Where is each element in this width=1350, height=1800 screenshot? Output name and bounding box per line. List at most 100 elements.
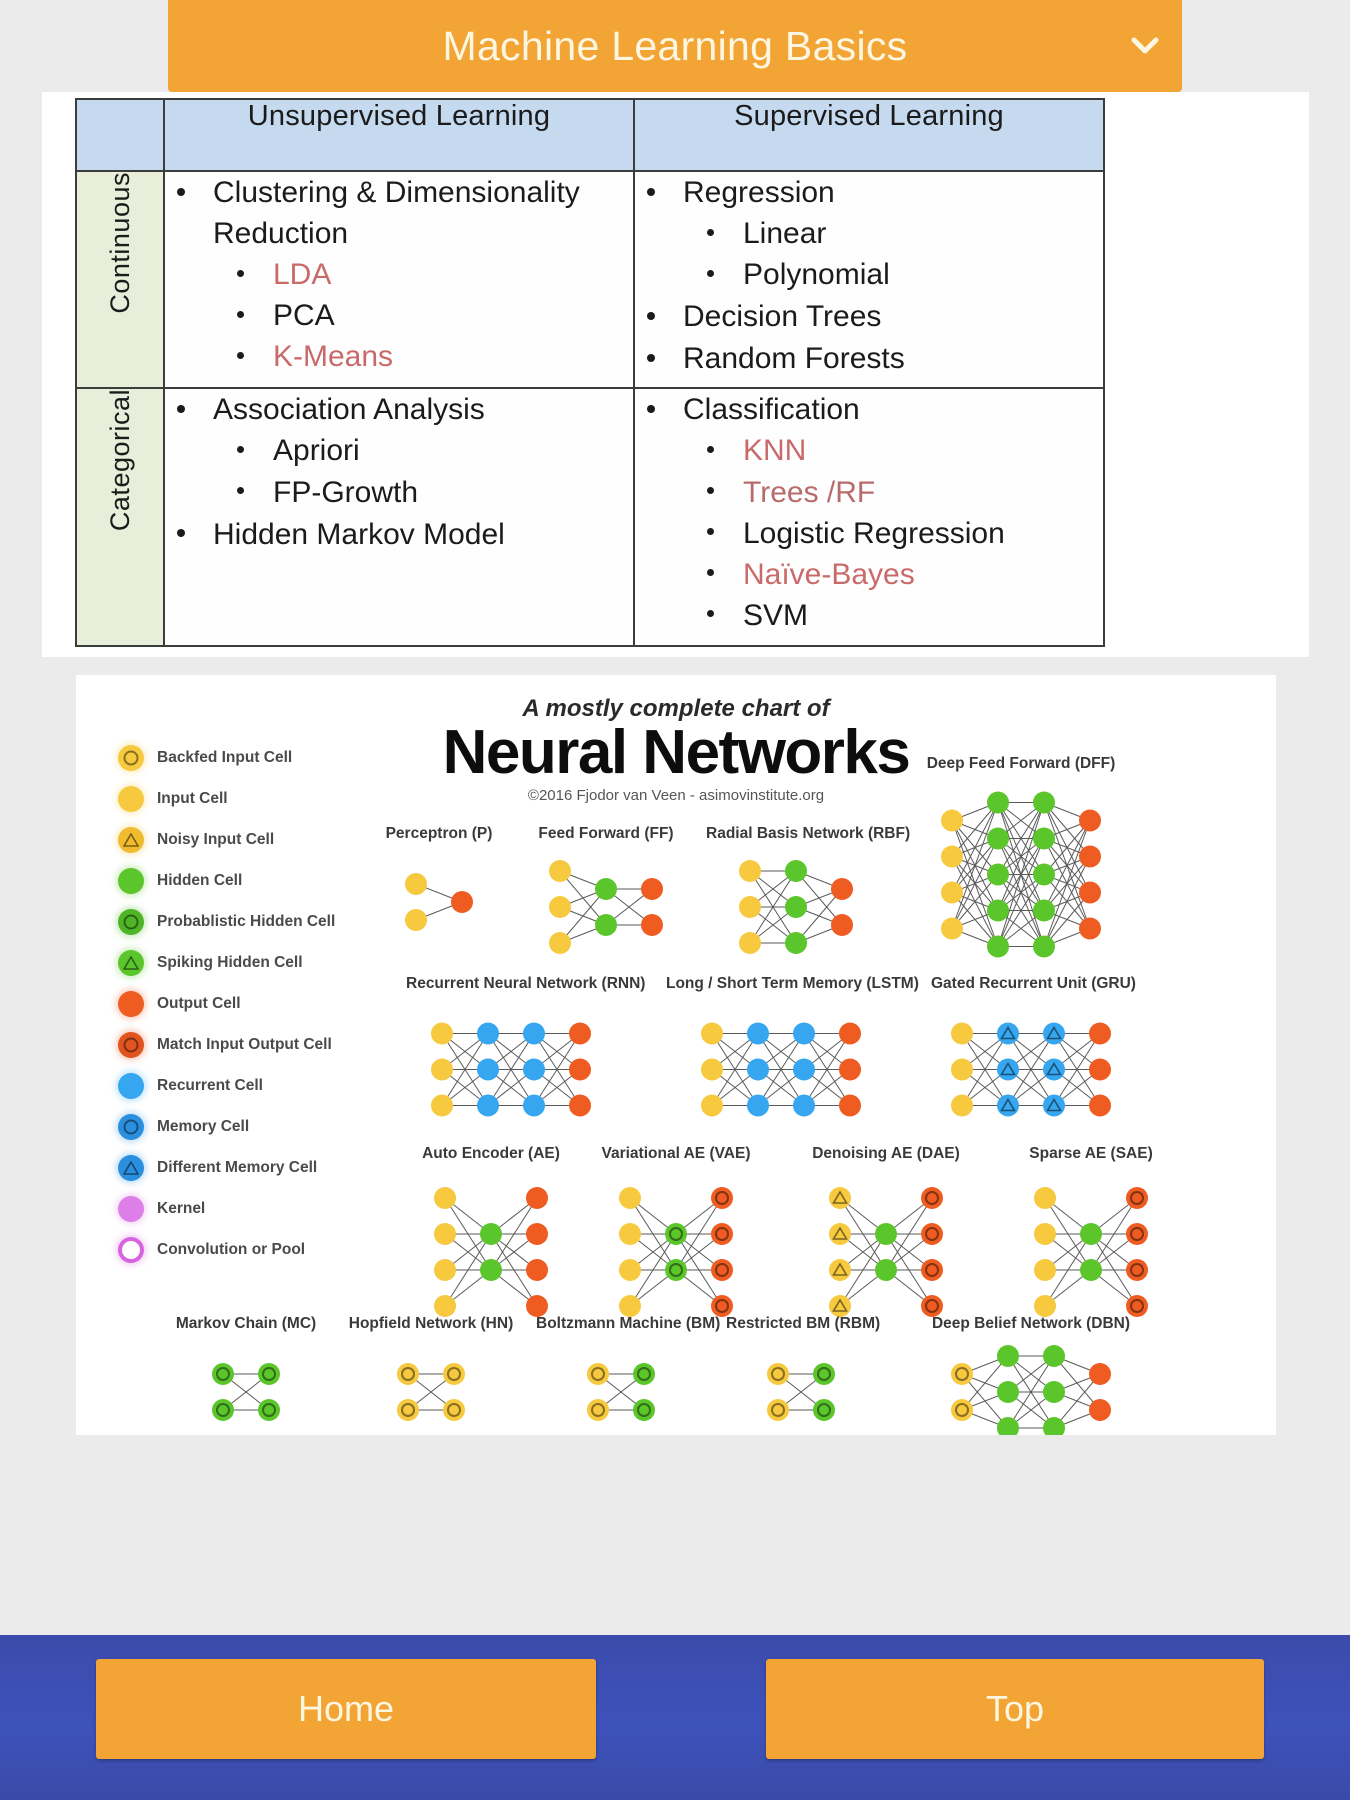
legend-item: Output Cell	[118, 983, 388, 1024]
ring-icon	[123, 1119, 139, 1134]
legend-swatch-ring-icon	[118, 1031, 144, 1058]
legend-swatch-triangle-icon	[118, 949, 144, 976]
legend-item: Noisy Input Cell	[118, 819, 388, 860]
network-name: Markov Chain (MC)	[175, 1315, 317, 1332]
table-row: Continuous Clustering & Dimensionality R…	[75, 169, 1105, 390]
cell-categorical-unsupervised: Association Analysis Apriori FP-Growth H…	[163, 387, 635, 647]
network-graph	[701, 1022, 861, 1117]
network-graph	[549, 860, 663, 954]
bullet-icon	[707, 487, 714, 495]
bullet-icon	[707, 569, 714, 577]
network-graph	[619, 1187, 733, 1317]
list-item-label: Trees /RF	[743, 475, 876, 509]
list-item: Association Analysis Apriori FP-Growth	[165, 389, 633, 512]
network-name: Hopfield Network (HN)	[348, 1315, 514, 1332]
network-name: Radial Basis Network (RBF)	[706, 825, 911, 842]
triangle-icon	[123, 833, 139, 847]
network-graph	[212, 1363, 280, 1421]
list-item-label: KNN	[743, 434, 807, 468]
network-name: Recurrent Neural Network (RNN)	[406, 975, 646, 992]
list-item: SVM	[691, 595, 1103, 636]
legend-item: Backfed Input Cell	[118, 737, 388, 778]
list-item-label: Logistic Regression	[743, 516, 1005, 550]
list-item: Apriori	[221, 430, 633, 471]
bullet-icon	[177, 187, 185, 196]
neural-networks-chart: A mostly complete chart of Neural Networ…	[76, 675, 1276, 1435]
legend-item: Input Cell	[118, 778, 388, 819]
network-diagram: Hopfield Network (HN)	[346, 1315, 516, 1435]
bullet-icon	[647, 187, 655, 196]
network-diagram: Denoising AE (DAE)	[796, 1145, 976, 1337]
bullet-icon	[237, 487, 244, 495]
list-item: Naïve-Bayes	[691, 554, 1103, 595]
list-item: Clustering & Dimensionality Reduction LD…	[165, 172, 633, 377]
list-item-label: Naïve-Bayes	[743, 557, 915, 591]
column-header-supervised: Supervised Learning	[633, 98, 1105, 172]
network-diagram: Sparse AE (SAE)	[1006, 1145, 1176, 1337]
legend-swatch-ring-icon	[118, 908, 144, 935]
legend-swatch-triangle-icon	[118, 826, 144, 853]
network-diagram: Deep Belief Network (DBN)	[906, 1315, 1156, 1435]
list-item-label: Linear	[743, 217, 827, 251]
list-item-label: Association Analysis	[213, 393, 485, 427]
table-corner-cell	[75, 98, 165, 172]
legend-item: Recurrent Cell	[118, 1065, 388, 1106]
top-button[interactable]: Top	[766, 1659, 1264, 1759]
network-diagram: Feed Forward (FF)	[526, 825, 686, 967]
list-item-label: LDA	[273, 258, 332, 292]
cell-continuous-unsupervised: Clustering & Dimensionality Reduction LD…	[163, 169, 635, 390]
network-graph	[941, 791, 1101, 958]
legend-swatch-solid-icon	[118, 1072, 144, 1099]
list-item-label: Regression	[683, 176, 835, 209]
app-header[interactable]: Machine Learning Basics	[168, 0, 1182, 92]
list-item-label: Classification	[683, 393, 860, 427]
list-item-label: Decision Trees	[683, 300, 882, 334]
legend-label: Match Input Output Cell	[157, 1035, 332, 1053]
network-graph	[587, 1363, 655, 1421]
legend-swatch-triangle-icon	[118, 1154, 144, 1181]
list-item: Polynomial	[691, 254, 1103, 295]
row-label-text: Continuous	[104, 172, 135, 314]
chevron-down-icon[interactable]	[1130, 31, 1160, 61]
list-item-label: Apriori	[273, 434, 360, 468]
list-item: Trees /RF	[691, 472, 1103, 513]
legend-label: Input Cell	[157, 789, 228, 807]
network-diagram: Variational AE (VAE)	[586, 1145, 766, 1337]
legend-item: Spiking Hidden Cell	[118, 942, 388, 983]
legend-swatch-solid-icon	[118, 1195, 144, 1222]
legend-label: Spiking Hidden Cell	[157, 953, 303, 971]
network-diagram: Recurrent Neural Network (RNN)	[406, 975, 646, 1142]
network-name: Deep Belief Network (DBN)	[931, 1315, 1131, 1332]
row-label-text: Categorical	[104, 389, 135, 532]
legend-label: Convolution or Pool	[157, 1240, 306, 1258]
list-item-label: Clustering & Dimensionality Reduction	[213, 176, 580, 251]
list-item: Classification KNN Trees /RF Logistic Re…	[635, 389, 1103, 636]
network-graph	[951, 1345, 1111, 1435]
bullet-icon	[647, 353, 655, 362]
legend-label: Memory Cell	[157, 1117, 250, 1135]
network-name: Feed Forward (FF)	[538, 825, 674, 842]
column-header-unsupervised: Unsupervised Learning	[163, 98, 635, 172]
network-diagram: Auto Encoder (AE)	[406, 1145, 576, 1337]
legend-item: Kernel	[118, 1188, 388, 1229]
network-graph	[405, 873, 473, 931]
list-item: Decision Trees	[635, 296, 1103, 337]
bullet-icon	[707, 269, 714, 277]
network-diagram: Radial Basis Network (RBF)	[706, 825, 911, 967]
legend-label: Recurrent Cell	[157, 1076, 263, 1094]
legend-item: Memory Cell	[118, 1106, 388, 1147]
bottom-navigation-bar: Home Top	[0, 1635, 1350, 1800]
home-button[interactable]: Home	[96, 1659, 596, 1759]
bullet-icon	[177, 529, 185, 538]
legend-swatch-solid-icon	[118, 785, 144, 812]
row-label-continuous: Continuous	[75, 169, 165, 390]
list-item-label: SVM	[743, 598, 809, 632]
legend-item: Probablistic Hidden Cell	[118, 901, 388, 942]
cell-categorical-supervised: Classification KNN Trees /RF Logistic Re…	[633, 387, 1105, 647]
bullet-icon	[177, 404, 185, 413]
list-item-label: Polynomial	[743, 258, 890, 292]
legend-item: Different Memory Cell	[118, 1147, 388, 1188]
network-diagram: Restricted BM (RBM)	[726, 1315, 880, 1435]
network-graph	[739, 860, 853, 954]
network-graph	[829, 1187, 943, 1317]
